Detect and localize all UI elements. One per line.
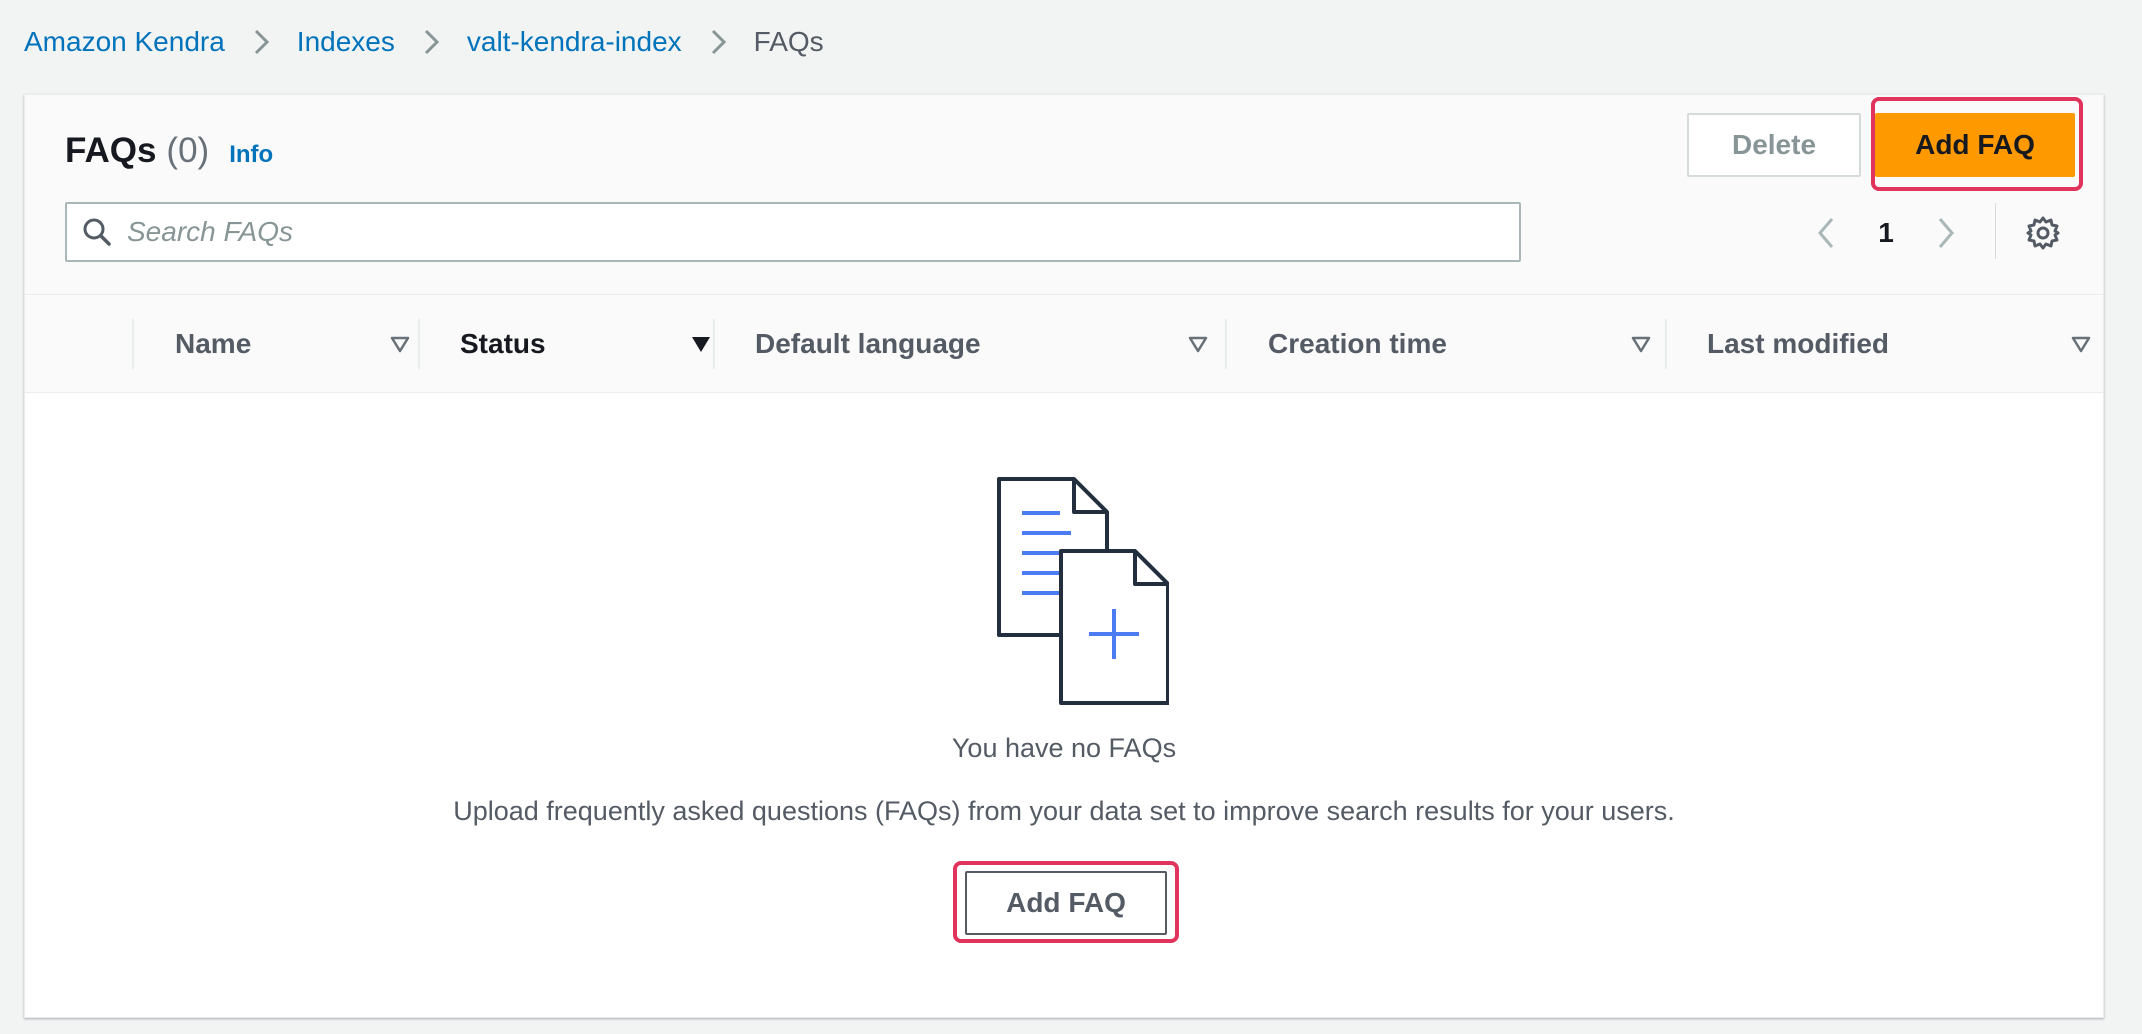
breadcrumb-indexes[interactable]: Indexes xyxy=(297,26,395,58)
document-add-illustration xyxy=(997,477,1169,705)
column-label: Creation time xyxy=(1268,328,1447,359)
gear-icon[interactable] xyxy=(2021,211,2065,255)
current-page-number[interactable]: 1 xyxy=(1849,217,1923,249)
breadcrumb-index-name[interactable]: valt-kendra-index xyxy=(467,26,682,58)
column-header-status[interactable]: Status xyxy=(460,295,712,393)
search-input[interactable] xyxy=(127,207,1507,257)
breadcrumb: Amazon Kendra Indexes valt-kendra-index … xyxy=(24,20,824,64)
search-box xyxy=(65,202,1521,262)
column-header-default-language[interactable]: Default language xyxy=(755,295,1209,393)
panel-header: FAQs (0) Info Delete Add FAQ 1 xyxy=(25,95,2103,295)
column-divider xyxy=(132,319,134,369)
column-divider xyxy=(713,319,715,369)
sort-down-icon xyxy=(389,333,411,355)
faqs-panel: FAQs (0) Info Delete Add FAQ 1 xyxy=(24,94,2104,1018)
empty-state: You have no FAQs Upload frequently asked… xyxy=(25,393,2103,1017)
column-label: Default language xyxy=(755,328,981,359)
column-label: Status xyxy=(460,328,546,359)
breadcrumb-amazon-kendra[interactable]: Amazon Kendra xyxy=(24,26,225,58)
title-text: FAQs xyxy=(65,131,157,170)
chevron-right-icon xyxy=(411,22,451,62)
delete-button[interactable]: Delete xyxy=(1687,113,1861,177)
sort-down-icon xyxy=(1630,333,1652,355)
column-label: Name xyxy=(175,328,252,359)
column-divider xyxy=(1225,319,1227,369)
column-header-creation-time[interactable]: Creation time xyxy=(1268,295,1652,393)
divider xyxy=(1995,203,1996,259)
info-link[interactable]: Info xyxy=(229,141,273,169)
table-header: Name Status Default language Creation ti… xyxy=(25,295,2103,393)
pagination: 1 xyxy=(1805,205,1967,261)
chevron-left-icon[interactable] xyxy=(1805,211,1849,255)
page-title: FAQs (0) Info xyxy=(65,131,273,183)
breadcrumb-current-faqs: FAQs xyxy=(753,26,824,57)
sort-down-icon xyxy=(1187,333,1209,355)
column-divider xyxy=(1665,319,1667,369)
sort-down-icon xyxy=(2070,333,2092,355)
chevron-right-icon xyxy=(698,22,738,62)
add-faq-button[interactable]: Add FAQ xyxy=(1875,113,2075,177)
column-header-last-modified[interactable]: Last modified xyxy=(1707,295,2092,393)
empty-state-title: You have no FAQs xyxy=(951,733,1177,763)
faq-count: (0) xyxy=(166,131,210,170)
chevron-right-icon[interactable] xyxy=(1923,211,1967,255)
add-faq-secondary-button[interactable]: Add FAQ xyxy=(965,871,1167,935)
search-icon xyxy=(67,204,127,260)
empty-state-description: Upload frequently asked questions (FAQs)… xyxy=(453,796,1675,826)
sort-down-filled-icon xyxy=(690,333,712,355)
chevron-right-icon xyxy=(241,22,281,62)
column-label: Last modified xyxy=(1707,328,1890,359)
column-header-name[interactable]: Name xyxy=(175,295,411,393)
column-divider xyxy=(418,319,420,369)
